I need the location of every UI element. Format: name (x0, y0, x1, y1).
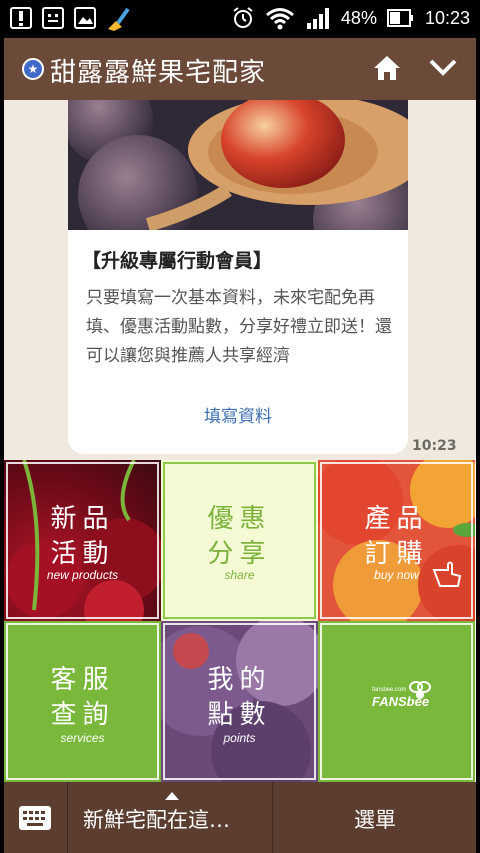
pointing-hand-icon (432, 561, 462, 587)
tile-label-line1: 客服 (50, 665, 115, 695)
signal-icon (306, 8, 329, 29)
bottom-bar: 新鮮宅配在這… 選單 (4, 782, 476, 853)
keyboard-toggle-button[interactable] (4, 782, 68, 853)
home-button[interactable] (372, 54, 402, 86)
tile-label-line2: 分享 (207, 539, 272, 569)
tile-sublabel: share (224, 568, 255, 582)
menu-title: 新鮮宅配在這… (83, 808, 230, 832)
message-title: 【升級專屬行動會員】 (82, 250, 273, 272)
tile-buy-now[interactable]: 產品 訂購 buy now (318, 460, 475, 621)
menu-button-label: 選單 (354, 808, 396, 832)
app-title: 甜露露鮮果宅配家 (50, 58, 267, 88)
tile-sublabel: services (60, 731, 105, 745)
rich-menu: 新品 活動 new products 優惠 分享 share 產品 訂購 buy… (4, 460, 476, 782)
menu-button[interactable]: 選單 (274, 782, 476, 853)
message-body: 只要填寫一次基本資料，未來宅配免再填、優惠活動點數，分享好禮立即送！還可以讓您與… (86, 288, 392, 366)
keyboard-icon (19, 806, 51, 830)
tile-fansbee[interactable]: fansbee.com FANSbee (318, 621, 475, 782)
tile-label-line1: 優惠 (207, 504, 272, 534)
expand-button[interactable] (428, 56, 458, 84)
notification-icons (10, 7, 130, 31)
tile-label-line1: 產品 (364, 504, 429, 534)
tile-share[interactable]: 優惠 分享 share (161, 460, 318, 621)
tile-sublabel: points (223, 731, 256, 745)
message-card: 【升級專屬行動會員】 只要填寫一次基本資料，未來宅配免再填、優惠活動點數，分享好… (68, 100, 408, 454)
tile-new-products[interactable]: 新品 活動 new products (4, 460, 161, 621)
status-bar: 48% 10:23 (0, 0, 480, 38)
tile-label-line2: 活動 (50, 539, 115, 569)
caret-up-icon (165, 792, 179, 800)
bee-logo-icon (409, 681, 431, 699)
clock: 10:23 (424, 7, 470, 28)
tile-label-line2: 查詢 (50, 700, 115, 730)
menu-collapse-button[interactable]: 新鮮宅配在這… (69, 782, 273, 853)
wifi-icon (265, 8, 294, 30)
tile-sublabel: new products (46, 568, 119, 582)
fruit-spoon-image (68, 100, 408, 230)
chat-area[interactable]: 【升級專屬行動會員】 只要填寫一次基本資料，未來宅配免再填、優惠活動點數，分享好… (4, 100, 476, 460)
broom-notification-icon (106, 7, 130, 31)
fansbee-logo-small: fansbee.com (372, 687, 407, 693)
tile-label-line2: 點數 (207, 700, 272, 730)
alert-notification-icon (10, 7, 32, 29)
system-icons: 48% 10:23 (231, 6, 470, 30)
fill-info-link[interactable]: 填寫資料 (68, 402, 408, 427)
battery-percent: 48% (340, 7, 377, 28)
alarm-icon (233, 7, 253, 28)
tile-services[interactable]: 客服 查詢 services (4, 621, 161, 782)
app-header: ★ 甜露露鮮果宅配家 (4, 38, 476, 100)
chevron-down-icon (429, 59, 457, 76)
tile-label-line1: 我的 (207, 665, 272, 695)
chat-notification-icon (42, 7, 64, 29)
image-notification-icon (74, 7, 96, 29)
message-time: 10:23 (412, 438, 457, 454)
home-icon (374, 56, 400, 80)
tile-points[interactable]: 我的 點數 points (161, 621, 318, 782)
battery-icon (386, 9, 413, 27)
official-account-star-icon: ★ (22, 58, 44, 80)
tile-label-line1: 新品 (50, 504, 115, 534)
